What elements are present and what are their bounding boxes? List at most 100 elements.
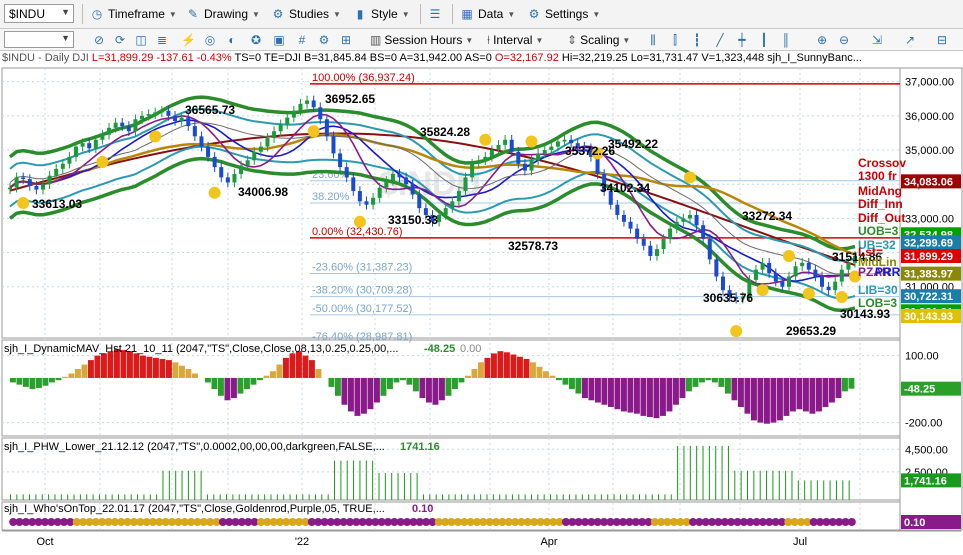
hist-second-value: 0.00 <box>460 343 481 355</box>
candle-body <box>192 126 197 137</box>
candle-body <box>826 286 831 291</box>
candle-body <box>681 218 686 222</box>
candle-body <box>701 225 706 239</box>
candle-body <box>483 156 488 161</box>
hist-bar <box>29 377 36 390</box>
hist-bar <box>556 377 562 381</box>
axis-price-tag-text: 31,899.29 <box>904 251 953 263</box>
candle-body <box>100 134 105 140</box>
study-right-label: Diff_Inn <box>858 197 903 211</box>
hist-bar <box>510 354 517 378</box>
hist-bar <box>237 377 244 394</box>
phw-bar <box>149 494 151 500</box>
candle-body <box>549 146 554 151</box>
phw-bar <box>372 460 374 500</box>
hist-tick-label: 100.00 <box>905 351 939 363</box>
hist-bar <box>478 362 484 378</box>
candle-body <box>819 276 824 287</box>
phw-bar <box>105 494 107 500</box>
phw-bar <box>486 494 488 500</box>
phw-bar <box>124 494 126 500</box>
candle-body <box>133 119 138 132</box>
phw-bar <box>92 494 94 500</box>
hist-bar <box>686 377 692 392</box>
hist-bar <box>127 351 133 378</box>
chart-canvas[interactable]: 37,000.0036,000.0035,000.0034,000.0033,0… <box>0 0 963 555</box>
whosontop-title: sjh_I_Who'sOnTop_22.01.17 (2047,"TS",Clo… <box>4 503 385 515</box>
hist-bar <box>419 377 426 399</box>
phw-title: sjh_I_PHW_Lower_21.12.12 (2047,"TS",0.00… <box>4 441 385 453</box>
candle-body <box>813 269 818 277</box>
hist-bar <box>341 377 348 405</box>
phw-bar <box>422 494 424 500</box>
phw-bar <box>524 494 526 500</box>
candle-body <box>839 269 844 282</box>
phw-bar <box>308 494 310 500</box>
phw-bar <box>130 494 132 500</box>
price-tick-label: 33,000.00 <box>905 213 954 225</box>
phw-bar <box>480 494 482 500</box>
time-tick-label: '22 <box>295 536 309 548</box>
candle-body <box>166 110 171 116</box>
candle-body <box>628 221 633 229</box>
phw-bar <box>543 494 545 500</box>
phw-bar <box>86 494 88 500</box>
candle-body <box>516 151 521 164</box>
hist-bar <box>172 362 179 378</box>
candle-body <box>74 146 79 157</box>
phw-bar <box>448 494 450 500</box>
phw-bar <box>727 445 729 500</box>
phw-bar <box>442 494 444 500</box>
candle-body <box>357 191 362 202</box>
hist-bar <box>88 360 94 378</box>
candle-body <box>113 122 118 128</box>
candle-body <box>8 187 12 190</box>
price-tick-label: 36,000.00 <box>905 111 954 123</box>
fib-level-label: -38.20% (30,709.28) <box>312 285 412 297</box>
candle-body <box>463 177 468 192</box>
axis-price-tag-text: 30,722.31 <box>904 291 953 303</box>
time-tick-label: Apr <box>540 536 557 548</box>
hist-bar <box>816 377 822 412</box>
phw-bar <box>588 494 590 500</box>
price-tick-label: 35,000.00 <box>905 145 954 157</box>
phw-bar <box>550 494 552 500</box>
candle-body <box>489 150 494 157</box>
pivot-dot <box>525 135 538 148</box>
hist-bar <box>595 377 601 403</box>
hist-bar <box>458 377 465 383</box>
phw-bar <box>118 494 120 500</box>
hist-bar <box>10 377 16 383</box>
candle-body <box>331 136 336 154</box>
phw-bar <box>492 494 494 500</box>
candle-body <box>245 160 250 166</box>
hist-bar <box>653 377 660 419</box>
candle-body <box>456 191 461 202</box>
hist-bar <box>764 377 770 424</box>
phw-bar <box>664 494 666 500</box>
candle-body <box>404 177 409 185</box>
hist-bar <box>432 377 439 405</box>
candle-body <box>239 165 244 174</box>
pivot-dot <box>353 215 366 228</box>
hist-bar <box>68 373 75 378</box>
hist-bar <box>211 377 218 390</box>
candle-body <box>27 179 32 186</box>
hist-bar <box>55 377 62 381</box>
phw-bar <box>270 494 272 500</box>
hist-bar <box>608 377 614 407</box>
pivot-dot <box>802 287 815 300</box>
phw-bar <box>245 494 247 500</box>
swing-annotation: 36952.65 <box>325 92 375 106</box>
candle-body <box>225 177 230 183</box>
hist-bar <box>159 358 166 378</box>
candle-body <box>272 131 277 139</box>
whosontop-price-tag-text: 0.10 <box>904 517 925 529</box>
pivot-dot <box>208 186 221 199</box>
fib-level-label: 100.00% (36,937.24) <box>312 72 415 84</box>
hist-bar <box>315 369 322 378</box>
study-right-label: Diff_Out <box>858 211 905 225</box>
hist-bar <box>699 377 705 383</box>
hist-bar <box>374 377 380 403</box>
phw-bar <box>778 470 780 500</box>
